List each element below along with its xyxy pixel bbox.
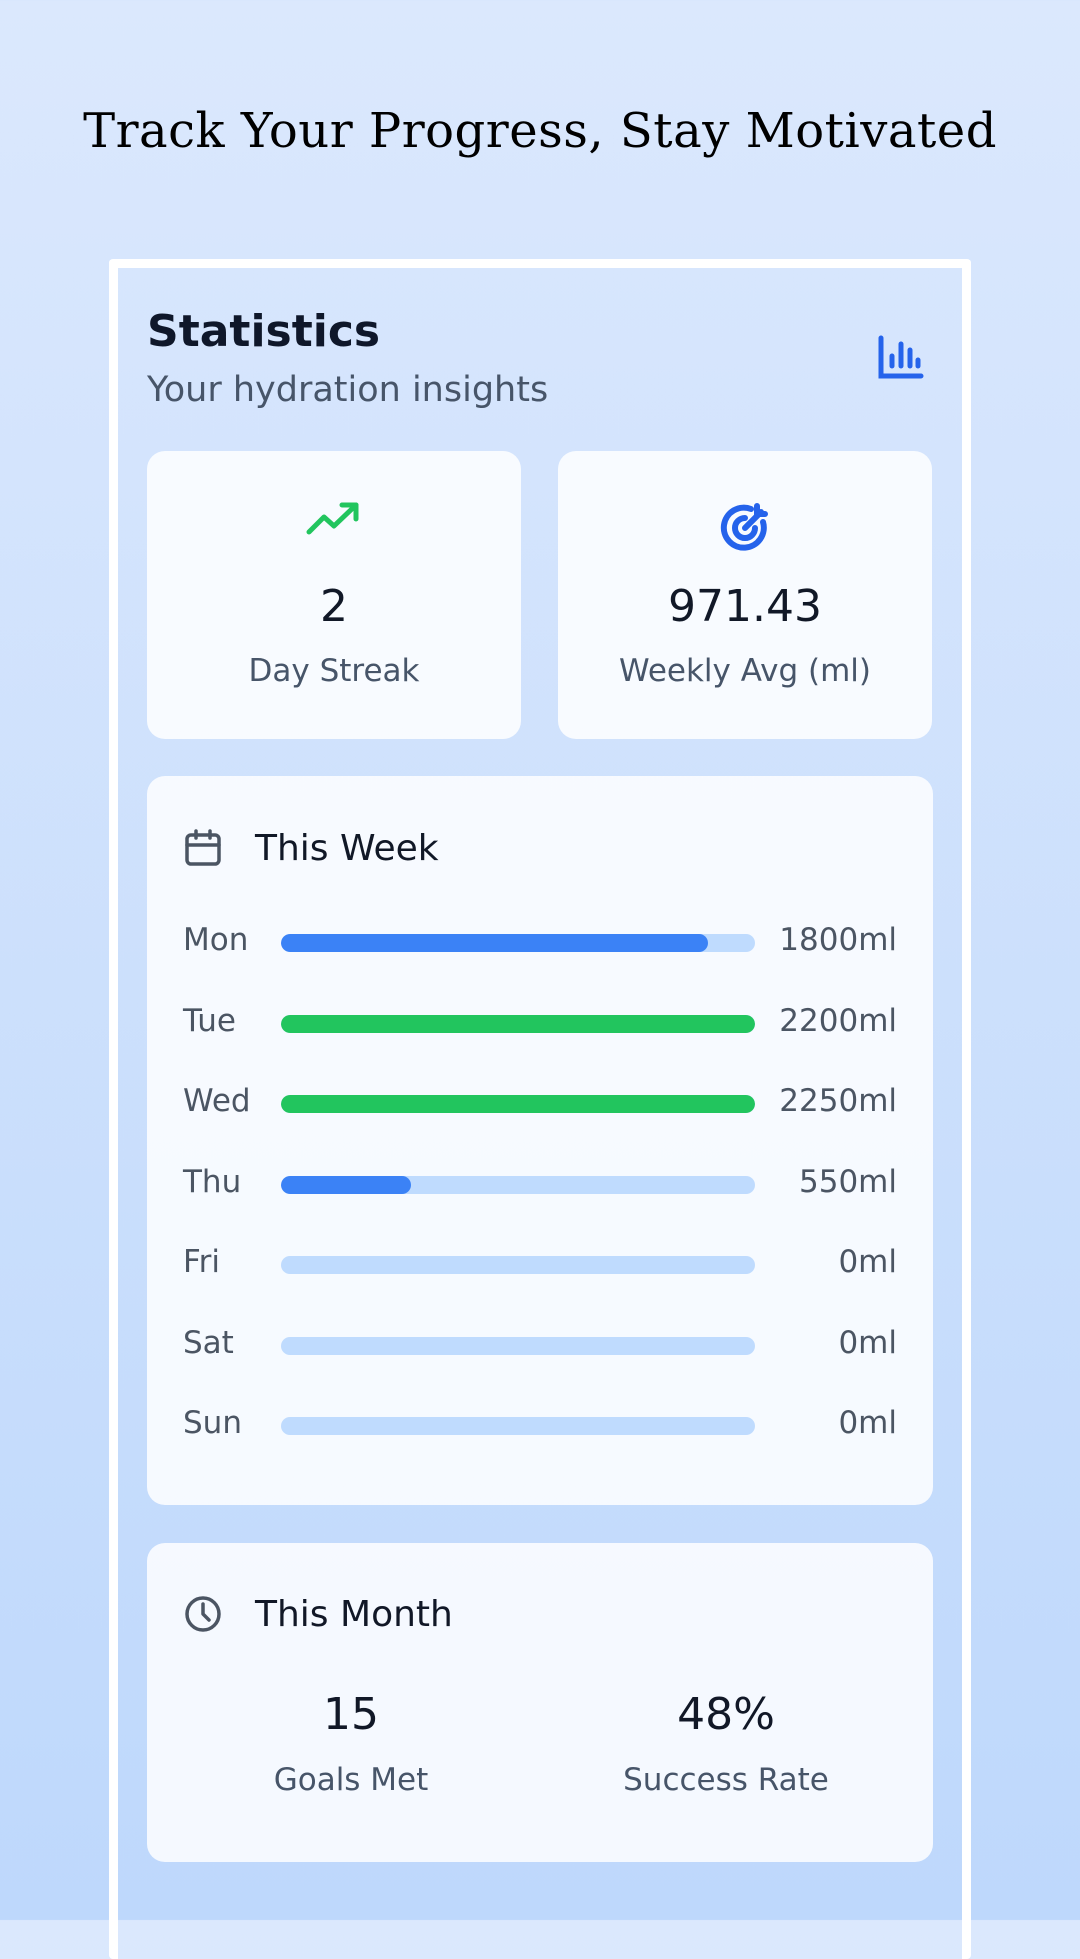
week-day-label: Thu	[183, 1163, 242, 1200]
calendar-icon	[185, 829, 221, 866]
week-amount: 2200ml	[779, 1002, 897, 1039]
weekly-average-value: 971.43	[668, 581, 822, 632]
week-row-mon: Mon 1800ml	[183, 918, 897, 962]
this-week-title: This Week	[255, 827, 439, 869]
progress-fill	[281, 1014, 755, 1033]
page-headline: Track Your Progress, Stay Motivated	[83, 103, 997, 159]
week-row-fri: Fri 0ml	[183, 1240, 897, 1284]
week-amount: 0ml	[838, 1244, 897, 1280]
progress-fill	[281, 1175, 412, 1194]
progress-bar	[281, 1417, 755, 1435]
trending-up-icon	[306, 502, 359, 535]
streak-label: Day Streak	[248, 653, 420, 689]
week-row-sun: Sun 0ml	[183, 1401, 897, 1445]
week-day-label: Fri	[183, 1244, 220, 1280]
week-amount: 1800ml	[779, 922, 897, 958]
week-amount: 2250ml	[779, 1083, 897, 1119]
this-month-title: This Month	[255, 1593, 453, 1635]
week-row-sat: Sat 0ml	[183, 1321, 897, 1365]
week-amount: 0ml	[838, 1405, 897, 1441]
week-amount: 550ml	[799, 1163, 897, 1200]
statistics-subtitle: Your hydration insights	[147, 370, 549, 410]
goals-met-label: Goals Met	[273, 1762, 429, 1798]
this-week-card: This Week Mon 1800ml Tue 2200ml Wed 2250ml Thu…	[147, 776, 933, 1505]
this-week-header: This Week	[183, 826, 439, 870]
progress-fill	[281, 934, 708, 952]
success-rate-label: Success Rate	[623, 1762, 829, 1798]
week-row-thu: Thu 550ml	[183, 1160, 897, 1204]
target-icon	[720, 503, 768, 551]
success-rate-stat: 48% Success Rate	[576, 1689, 876, 1798]
goals-met-stat: 15 Goals Met	[201, 1689, 501, 1798]
weekly-average-label: Weekly Avg (ml)	[618, 653, 871, 689]
week-day-label: Mon	[183, 922, 249, 958]
week-day-label: Sun	[183, 1405, 242, 1441]
weekly-average-card: 971.43 Weekly Avg (ml)	[558, 451, 932, 739]
week-row-wed: Wed 2250ml	[183, 1079, 897, 1123]
progress-bar	[281, 1336, 755, 1355]
progress-bar	[281, 1095, 755, 1113]
week-day-label: Sat	[183, 1324, 234, 1361]
clock-icon	[185, 1596, 221, 1632]
success-rate-value: 48%	[677, 1689, 775, 1740]
week-day-label: Tue	[183, 1002, 236, 1039]
progress-bar	[281, 1014, 755, 1033]
goals-met-value: 15	[323, 1689, 379, 1740]
week-day-label: Wed	[183, 1083, 251, 1119]
statistics-title: Statistics	[147, 306, 381, 357]
bar-chart-icon[interactable]	[877, 334, 925, 380]
progress-fill	[281, 1095, 755, 1113]
progress-bar	[281, 1175, 755, 1194]
this-month-header: This Month	[183, 1592, 453, 1636]
week-amount: 0ml	[838, 1324, 897, 1361]
streak-card: 2 Day Streak	[147, 451, 521, 739]
week-row-tue: Tue 2200ml	[183, 999, 897, 1043]
progress-bar	[281, 934, 755, 952]
this-month-card: This Month 15 Goals Met 48% Success Rate	[147, 1543, 933, 1862]
streak-value: 2	[320, 581, 348, 632]
progress-bar	[281, 1256, 755, 1274]
